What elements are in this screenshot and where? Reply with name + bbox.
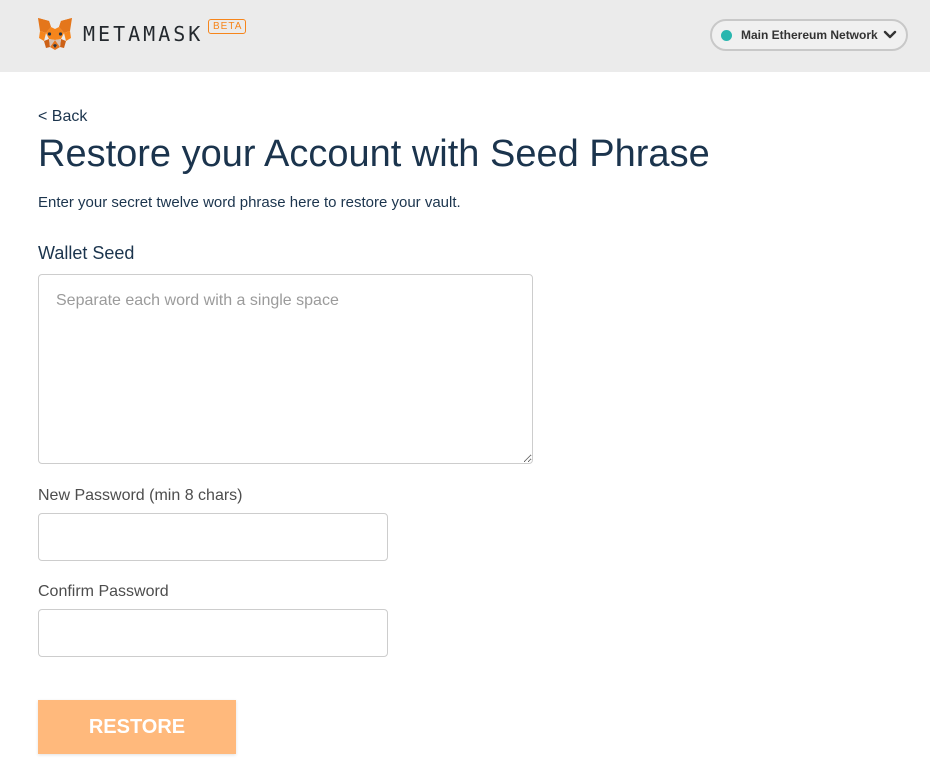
new-password-input[interactable] bbox=[38, 513, 388, 561]
beta-badge: BETA bbox=[208, 19, 247, 34]
network-label: Main Ethereum Network bbox=[741, 28, 878, 42]
restore-button[interactable]: RESTORE bbox=[38, 700, 236, 754]
wallet-seed-input[interactable] bbox=[38, 274, 533, 464]
network-status-icon bbox=[721, 30, 732, 41]
chevron-down-icon bbox=[883, 30, 897, 39]
app-header: METAMASK BETA Main Ethereum Network bbox=[0, 0, 930, 72]
confirm-password-input[interactable] bbox=[38, 609, 388, 657]
wallet-seed-label: Wallet Seed bbox=[38, 243, 135, 263]
confirm-password-label: Confirm Password bbox=[38, 583, 169, 600]
page-title: Restore your Account with Seed Phrase bbox=[38, 133, 710, 175]
network-selector[interactable]: Main Ethereum Network bbox=[710, 19, 908, 51]
metamask-fox-icon bbox=[38, 18, 72, 50]
new-password-label: New Password (min 8 chars) bbox=[38, 487, 243, 504]
back-link[interactable]: < Back bbox=[38, 108, 87, 126]
page-subtitle: Enter your secret twelve word phrase her… bbox=[38, 194, 461, 211]
brand-name: METAMASK bbox=[83, 22, 204, 46]
